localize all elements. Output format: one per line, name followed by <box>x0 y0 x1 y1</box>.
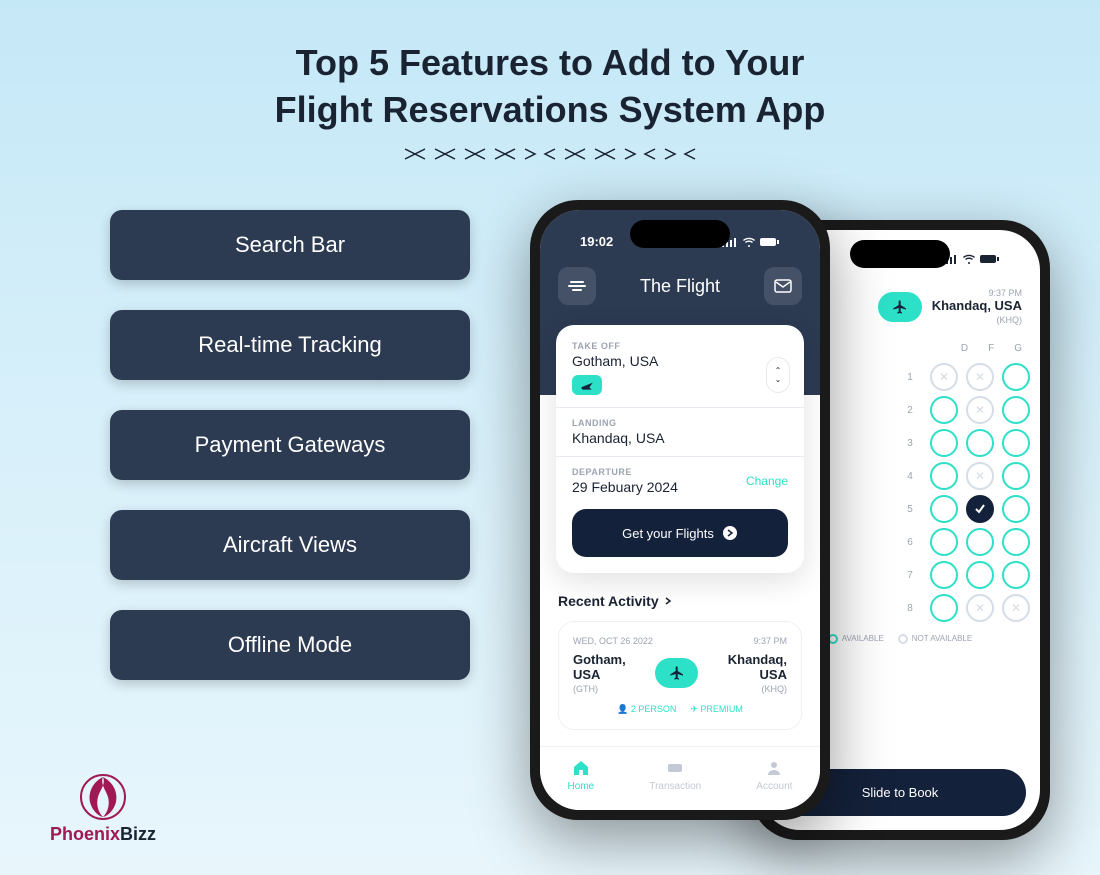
phone-search: 19:02 The Flight TAKE OFF Gotham, USA <box>530 200 830 820</box>
feature-list: Search Bar Real-time Tracking Payment Ga… <box>110 210 470 710</box>
clock: 19:02 <box>580 234 613 249</box>
feature-search-bar: Search Bar <box>110 210 470 280</box>
nav-transaction[interactable]: Transaction <box>649 759 701 792</box>
phone-mockups: 9:37 PM Khandaq, USA (KHQ) D F G 1✕✕2✕34… <box>530 200 1050 840</box>
decorative-divider <box>0 144 1100 169</box>
status-icons <box>942 254 1000 264</box>
phone-notch <box>850 240 950 268</box>
get-flights-button[interactable]: Get your Flights <box>572 509 788 557</box>
row-number: 7 <box>904 570 916 581</box>
mail-button[interactable] <box>764 267 802 305</box>
dest-time: 9:37 PM <box>932 288 1022 298</box>
battery-icon <box>760 237 780 247</box>
landing-value[interactable]: Khandaq, USA <box>572 430 788 446</box>
phoenix-icon <box>78 772 128 822</box>
app-title: The Flight <box>640 276 720 297</box>
bottom-nav: Home Transaction Account <box>540 746 820 810</box>
departure-value[interactable]: 29 Febuary 2024 <box>572 479 678 495</box>
chevron-right-icon <box>663 596 673 606</box>
dest-city: Khandaq, USA <box>932 298 1022 313</box>
seat[interactable] <box>930 594 958 622</box>
departure-label: DEPARTURE <box>572 467 678 477</box>
change-link[interactable]: Change <box>746 474 788 488</box>
seat[interactable] <box>1002 429 1030 457</box>
row-number: 3 <box>904 438 916 449</box>
search-card: TAKE OFF Gotham, USA ⌃⌄ LANDING Khandaq,… <box>556 325 804 573</box>
nav-account[interactable]: Account <box>756 759 792 792</box>
takeoff-label: TAKE OFF <box>572 341 788 351</box>
row-number: 6 <box>904 537 916 548</box>
seat[interactable]: ✕ <box>966 363 994 391</box>
activity-persons: 👤 2 PERSON <box>617 704 676 715</box>
takeoff-plane-icon <box>572 375 602 395</box>
seat[interactable] <box>1002 561 1030 589</box>
row-number: 5 <box>904 504 916 515</box>
title-line-2: Flight Reservations System App <box>0 87 1100 134</box>
wifi-icon <box>962 254 976 264</box>
landing-label: LANDING <box>572 418 788 428</box>
feature-offline-mode: Offline Mode <box>110 610 470 680</box>
seat[interactable]: ✕ <box>930 363 958 391</box>
row-number: 8 <box>904 603 916 614</box>
ticket-icon <box>666 759 684 777</box>
nav-home[interactable]: Home <box>568 759 595 792</box>
row-number: 1 <box>904 372 916 383</box>
seat[interactable] <box>1002 495 1030 523</box>
seat[interactable] <box>930 396 958 424</box>
brand-logo: PhoenixBizz <box>50 772 156 845</box>
seat[interactable] <box>930 561 958 589</box>
row-number: 4 <box>904 471 916 482</box>
seat[interactable] <box>930 429 958 457</box>
battery-icon <box>980 254 1000 264</box>
seat[interactable]: ✕ <box>966 462 994 490</box>
dest-code: (KHQ) <box>932 315 1022 325</box>
plane-badge <box>878 292 922 322</box>
activity-to-code: (KHQ) <box>698 684 787 694</box>
status-icons <box>722 237 780 247</box>
seat[interactable]: ✕ <box>966 594 994 622</box>
takeoff-value[interactable]: Gotham, USA <box>572 353 788 369</box>
row-number: 2 <box>904 405 916 416</box>
activity-plane-icon <box>655 658 698 688</box>
seat[interactable] <box>930 528 958 556</box>
seat[interactable] <box>1002 462 1030 490</box>
seat[interactable] <box>930 462 958 490</box>
activity-time: 9:37 PM <box>753 636 787 646</box>
seat[interactable] <box>1002 528 1030 556</box>
seat[interactable]: ✕ <box>966 396 994 424</box>
title-line-1: Top 5 Features to Add to Your <box>0 40 1100 87</box>
seat[interactable] <box>966 528 994 556</box>
feature-real-time-tracking: Real-time Tracking <box>110 310 470 380</box>
seat[interactable] <box>966 561 994 589</box>
seat[interactable] <box>966 429 994 457</box>
page-title: Top 5 Features to Add to Your Flight Res… <box>0 0 1100 134</box>
menu-button[interactable] <box>558 267 596 305</box>
seat[interactable]: ✕ <box>1002 594 1030 622</box>
recent-activity-title[interactable]: Recent Activity <box>558 593 802 609</box>
activity-from-code: (GTH) <box>573 684 655 694</box>
seat[interactable] <box>1002 363 1030 391</box>
arrow-right-icon <box>722 525 738 541</box>
seat[interactable] <box>930 495 958 523</box>
seat[interactable] <box>966 495 994 523</box>
feature-payment-gateways: Payment Gateways <box>110 410 470 480</box>
home-icon <box>572 759 590 777</box>
swap-button[interactable]: ⌃⌄ <box>766 357 790 393</box>
activity-to-city: Khandaq, USA <box>698 652 787 682</box>
wifi-icon <box>742 237 756 247</box>
activity-from-city: Gotham, USA <box>573 652 655 682</box>
phone-notch <box>630 220 730 248</box>
account-icon <box>765 759 783 777</box>
brand-name: PhoenixBizz <box>50 824 156 845</box>
activity-class: ✈ PREMIUM <box>690 704 743 715</box>
feature-aircraft-views: Aircraft Views <box>110 510 470 580</box>
seat[interactable] <box>1002 396 1030 424</box>
activity-date: WED, OCT 26 2022 <box>573 636 653 646</box>
activity-card[interactable]: WED, OCT 26 2022 9:37 PM Gotham, USA (GT… <box>558 621 802 730</box>
recent-activity-section: Recent Activity WED, OCT 26 2022 9:37 PM… <box>558 593 802 730</box>
